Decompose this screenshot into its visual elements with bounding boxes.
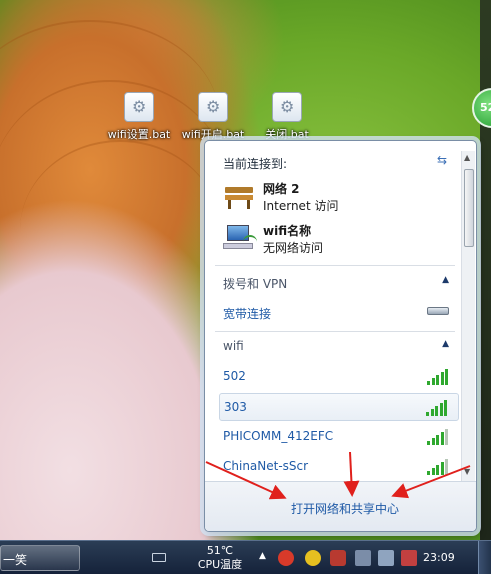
scroll-thumb[interactable] bbox=[464, 169, 474, 247]
signal-bar bbox=[431, 438, 435, 445]
signal-strength-icon bbox=[427, 429, 449, 445]
taskbar-app-button[interactable]: 一笑 bbox=[0, 545, 80, 571]
divider bbox=[215, 331, 455, 332]
wifi-network-name: ChinaNet-sScr bbox=[223, 459, 309, 473]
gadget-value: 52 bbox=[480, 101, 491, 114]
signal-bar bbox=[440, 372, 444, 385]
app-tray-icon[interactable] bbox=[330, 550, 346, 566]
connection-status: Internet 访问 bbox=[263, 199, 339, 213]
signal-bar bbox=[430, 409, 434, 416]
signal-bar bbox=[436, 465, 439, 475]
computer-network-icon bbox=[223, 223, 257, 251]
signal-bar bbox=[436, 435, 439, 445]
desktop-icon-close[interactable]: 关闭.bat bbox=[248, 92, 326, 142]
dialup-item[interactable]: 宽带连接 bbox=[219, 299, 459, 327]
flag-icon[interactable] bbox=[401, 550, 417, 566]
wifi-network-row[interactable]: ChinaNet-sScr bbox=[219, 453, 459, 481]
signal-bar bbox=[445, 369, 448, 385]
open-network-sharing-center-link[interactable]: 打开网络和共享中心 bbox=[291, 500, 399, 517]
bench-network-icon bbox=[223, 181, 255, 209]
chevron-up-icon: ▲ bbox=[442, 339, 449, 349]
tray-expand-icon[interactable]: ▲ bbox=[259, 551, 266, 561]
dialup-item-name: 宽带连接 bbox=[223, 307, 272, 321]
section-title: 拨号和 VPN bbox=[223, 277, 288, 291]
signal-bar bbox=[439, 403, 443, 416]
flyout-footer: 打开网络和共享中心 bbox=[205, 481, 476, 531]
wallpaper-detail bbox=[20, 140, 220, 320]
signal-strength-icon bbox=[426, 400, 448, 416]
desktop-edge bbox=[480, 0, 491, 540]
signal-bar bbox=[444, 400, 447, 416]
signal-bar bbox=[436, 375, 439, 385]
signal-bar bbox=[427, 441, 430, 445]
network-list: 当前连接到: ⇆ 网络 2 Internet 访问 wifi名称 无网络访问 拨… bbox=[205, 141, 460, 477]
bat-gear-icon bbox=[272, 92, 302, 122]
signal-bar bbox=[440, 432, 444, 445]
signal-strength-icon bbox=[427, 459, 449, 475]
network-flyout: 当前连接到: ⇆ 网络 2 Internet 访问 wifi名称 无网络访问 拨… bbox=[204, 140, 477, 532]
wifi-network-row[interactable]: 502 bbox=[219, 363, 459, 391]
connection-item[interactable]: wifi名称 无网络访问 bbox=[223, 221, 453, 259]
signal-bar bbox=[427, 381, 430, 385]
wifi-network-name: 303 bbox=[224, 400, 247, 414]
desktop-icon-label: wifi设置.bat bbox=[107, 128, 171, 141]
cpu-temp-label: CPU温度 bbox=[197, 558, 243, 571]
signal-bar bbox=[431, 468, 435, 475]
bat-gear-icon bbox=[198, 92, 228, 122]
desktop-icon-wifi-setup[interactable]: wifi设置.bat bbox=[100, 92, 178, 142]
desktop-icon-wifi-start[interactable]: wifi开启.bat bbox=[174, 92, 252, 142]
wifi-network-row[interactable]: 303 bbox=[219, 393, 459, 421]
signal-bar bbox=[426, 412, 429, 416]
signal-bar bbox=[427, 471, 430, 475]
dialup-section-header[interactable]: 拨号和 VPN ▲ bbox=[223, 275, 453, 292]
signal-bar bbox=[431, 378, 435, 385]
taskbar-app-label: 一笑 bbox=[3, 553, 28, 567]
wifi-section-header[interactable]: wifi ▲ bbox=[223, 339, 453, 353]
signal-bar bbox=[435, 406, 438, 416]
connected-header: 当前连接到: bbox=[223, 157, 288, 171]
qq-icon[interactable] bbox=[278, 550, 294, 566]
divider bbox=[215, 265, 455, 266]
section-title: wifi bbox=[223, 339, 244, 353]
security-icon[interactable] bbox=[305, 550, 321, 566]
network-tray-icon[interactable] bbox=[355, 550, 371, 566]
signal-bar bbox=[440, 462, 444, 475]
chevron-up-icon: ▲ bbox=[442, 275, 449, 285]
scrollbar[interactable]: ▲ ▼ bbox=[461, 151, 475, 481]
scroll-down-icon[interactable]: ▼ bbox=[464, 467, 470, 476]
volume-icon[interactable] bbox=[378, 550, 394, 566]
connection-name: wifi名称 bbox=[263, 224, 312, 238]
modem-icon bbox=[427, 307, 449, 315]
signal-strength-icon bbox=[427, 369, 449, 385]
clock[interactable]: 23:09 bbox=[423, 551, 455, 564]
signal-bar bbox=[445, 459, 448, 475]
taskbar: 一笑 51℃ CPU温度 ▲ 23:09 bbox=[0, 540, 491, 574]
wifi-network-row[interactable]: PHICOMM_412EFC bbox=[219, 423, 459, 451]
cpu-temperature[interactable]: 51℃ CPU温度 bbox=[192, 544, 248, 572]
signal-bar bbox=[445, 429, 448, 445]
connection-item[interactable]: 网络 2 Internet 访问 bbox=[223, 179, 453, 217]
cpu-temp-value: 51℃ bbox=[206, 544, 234, 557]
scroll-up-icon[interactable]: ▲ bbox=[464, 153, 470, 162]
connection-status: 无网络访问 bbox=[263, 241, 324, 255]
show-desktop-button[interactable] bbox=[478, 541, 491, 574]
keyboard-icon[interactable] bbox=[152, 553, 166, 562]
refresh-icon[interactable]: ⇆ bbox=[437, 153, 447, 167]
wifi-network-name: 502 bbox=[223, 369, 246, 383]
connection-name: 网络 2 bbox=[263, 182, 300, 196]
wifi-network-name: PHICOMM_412EFC bbox=[223, 429, 334, 443]
bat-gear-icon bbox=[124, 92, 154, 122]
